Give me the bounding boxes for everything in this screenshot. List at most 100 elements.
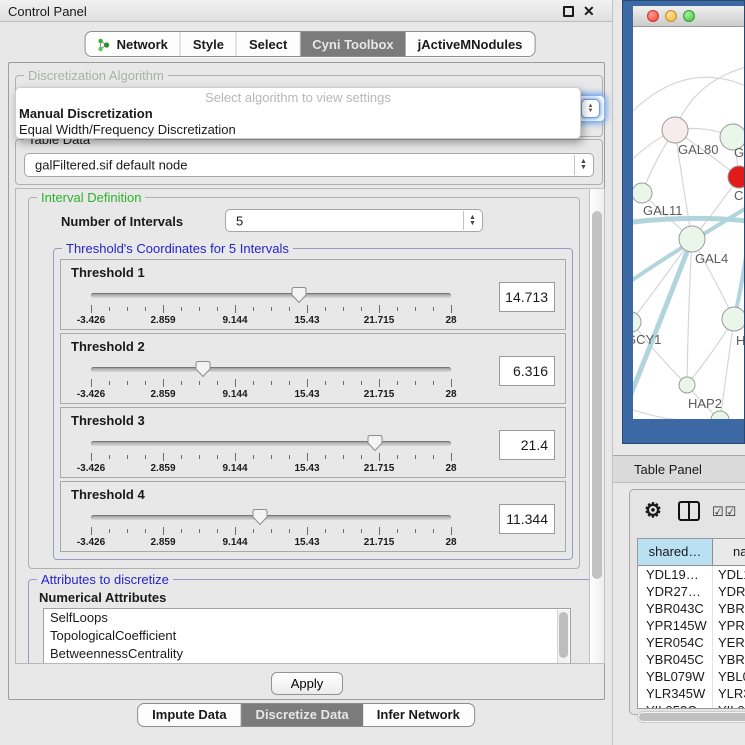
float-window-icon[interactable] <box>563 6 574 17</box>
scrollbar-thumb[interactable] <box>592 211 602 579</box>
minimize-traffic-light-icon[interactable] <box>665 10 677 22</box>
network-canvas[interactable]: GAL80GACGAL11GAL4GCY1HHAP2 <box>633 27 744 419</box>
tab-impute-data[interactable]: Impute Data <box>138 704 241 726</box>
column-layout-icon[interactable] <box>678 501 700 521</box>
table-data-group: Table Data galFiltered.sif default node … <box>15 139 603 185</box>
dropdown-option-equal-width-frequency[interactable]: Equal Width/Frequency Discretization <box>16 122 580 138</box>
network-edge[interactable] <box>633 77 744 119</box>
scrollbar-thumb[interactable] <box>639 713 745 721</box>
network-node[interactable] <box>679 377 695 393</box>
network-node[interactable] <box>662 117 688 143</box>
tab-network[interactable]: Network <box>86 32 181 56</box>
number-of-intervals-combobox[interactable]: 5 ▲▼ <box>225 209 483 232</box>
slider-track[interactable] <box>91 515 451 520</box>
attribute-list-item[interactable]: SelfLoops <box>44 609 570 627</box>
table-data-combobox[interactable]: galFiltered.sif default node ▲▼ <box>24 153 594 177</box>
tick-label: -3.426 <box>77 463 105 474</box>
slider-thumb[interactable] <box>368 435 383 451</box>
slider-thumb[interactable] <box>195 361 210 377</box>
vertical-scrollbar[interactable] <box>589 188 605 664</box>
network-node[interactable] <box>728 166 744 188</box>
threshold-4-value-field[interactable]: 11.344 <box>499 504 555 534</box>
tick-mark <box>199 307 200 311</box>
combobox-stepper-icon[interactable]: ▲▼ <box>463 211 481 230</box>
network-node-label: GA <box>734 145 744 160</box>
combobox-stepper-icon[interactable]: ▲▼ <box>574 155 592 175</box>
table-row[interactable]: YBR045CYBR0 <box>638 651 745 668</box>
cyni-bottom-tabbar: Impute Data Discretize Data Infer Networ… <box>137 703 475 727</box>
cell-shared-name: YBL079W <box>638 668 713 685</box>
tab-cyni-toolbox[interactable]: Cyni Toolbox <box>300 32 405 56</box>
cell-shared-name: YIL052C <box>638 702 713 708</box>
threshold-3-value-field[interactable]: 21.4 <box>499 430 555 460</box>
network-node[interactable] <box>679 226 705 252</box>
slider-thumb[interactable] <box>291 287 306 303</box>
scrollbar-thumb[interactable] <box>559 612 568 658</box>
network-edge[interactable] <box>675 67 744 130</box>
network-node[interactable] <box>633 312 641 332</box>
tick-mark <box>415 529 416 533</box>
table-data-value: galFiltered.sif default node <box>35 158 187 173</box>
column-header-shared-name[interactable]: shared… <box>638 539 713 565</box>
column-header-name[interactable]: na <box>713 539 745 565</box>
cell-shared-name: YBR043C <box>638 600 713 617</box>
cell-shared-name: YER054C <box>638 634 713 651</box>
tab-style[interactable]: Style <box>181 32 237 56</box>
network-node[interactable] <box>711 411 729 419</box>
tab-network-label: Network <box>117 37 168 52</box>
table-row[interactable]: YIL052CYIL0 <box>638 702 745 708</box>
close-traffic-light-icon[interactable] <box>647 10 659 22</box>
tab-select[interactable]: Select <box>237 32 300 56</box>
table-row[interactable]: YDR27…YDR2 <box>638 583 745 600</box>
tab-discretize-data[interactable]: Discretize Data <box>242 704 363 726</box>
network-node[interactable] <box>633 183 652 203</box>
threshold-1-value-field[interactable]: 14.713 <box>499 282 555 312</box>
slider-thumb[interactable] <box>253 509 268 525</box>
select-checkboxes-icon[interactable]: ☑☑ <box>712 504 737 520</box>
combobox-stepper-icon[interactable]: ▲▼ <box>581 99 600 118</box>
table-row[interactable]: YER054CYER0 <box>638 634 745 651</box>
network-edge[interactable] <box>734 232 744 319</box>
tab-infer-network[interactable]: Infer Network <box>363 704 474 726</box>
slider-track[interactable] <box>91 293 451 298</box>
attributes-list-scrollbar[interactable] <box>557 610 569 664</box>
dropdown-option-manual-discretization[interactable]: Manual Discretization <box>16 106 580 122</box>
threshold-4-slider[interactable]: -3.4262.8599.14415.4321.71528 <box>91 510 451 550</box>
network-edge[interactable] <box>687 239 692 385</box>
table-row[interactable]: YDL19…YDL1 <box>638 566 745 583</box>
gear-icon[interactable]: ⚙ <box>644 498 662 523</box>
tick-mark <box>433 529 434 533</box>
cell-shared-name: YBR045C <box>638 651 713 668</box>
table-row[interactable]: YPR145WYPR1 <box>638 617 745 634</box>
discretization-algorithm-group-title: Discretization Algorithm <box>24 68 168 83</box>
slider-ticks <box>91 453 451 461</box>
slider-track[interactable] <box>91 441 451 446</box>
horizontal-scrollbar[interactable] <box>637 711 745 723</box>
zoom-traffic-light-icon[interactable] <box>683 10 695 22</box>
slider-track[interactable] <box>91 367 451 372</box>
threshold-2-value-field[interactable]: 6.316 <box>499 356 555 386</box>
tick-mark <box>127 381 128 385</box>
network-node[interactable] <box>722 307 744 331</box>
table-body: YDL19…YDL1YDR27…YDR2YBR043CYBR0YPR145WYP… <box>638 566 745 708</box>
tick-mark <box>199 381 200 385</box>
threshold-2-slider[interactable]: -3.4262.8599.14415.4321.71528 <box>91 362 451 402</box>
threshold-3-slider[interactable]: -3.4262.8599.14415.4321.71528 <box>91 436 451 476</box>
threshold-1-slider[interactable]: -3.4262.8599.14415.4321.71528 <box>91 288 451 328</box>
tab-jactivemnodules[interactable]: jActiveMNodules <box>406 32 535 56</box>
tab-jactivemnodules-label: jActiveMNodules <box>418 37 523 52</box>
close-icon[interactable]: ✕ <box>583 3 595 20</box>
network-edge[interactable] <box>720 319 734 419</box>
attribute-list-item[interactable]: BetweennessCentrality <box>44 645 570 663</box>
apply-button[interactable]: Apply <box>271 672 343 695</box>
numerical-attributes-list[interactable]: SelfLoopsTopologicalCoefficientBetweenne… <box>43 608 571 664</box>
table-row[interactable]: YBR043CYBR0 <box>638 600 745 617</box>
network-node-label: GAL80 <box>678 142 718 157</box>
table-row[interactable]: YBL079WYBL0 <box>638 668 745 685</box>
attribute-list-item[interactable]: TopologicalCoefficient <box>44 627 570 645</box>
table-row[interactable]: YLR345WYLR3 <box>638 685 745 702</box>
slider-ticks <box>91 305 451 313</box>
network-window-titlebar[interactable] <box>633 6 744 27</box>
tick-mark <box>217 529 218 533</box>
tick-mark <box>325 455 326 459</box>
